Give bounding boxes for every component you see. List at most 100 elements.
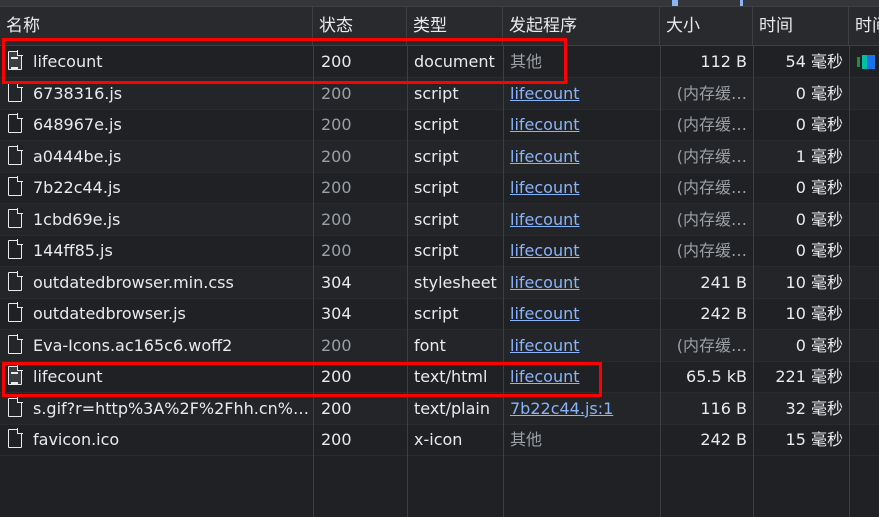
- request-status: 200: [321, 241, 352, 260]
- request-initiator[interactable]: lifecount: [503, 141, 660, 172]
- request-row[interactable]: Eva-Icons.ac165c6.woff2 200 font lifecount (…: [0, 329, 879, 362]
- column-divider: [753, 46, 754, 517]
- request-initiator[interactable]: lifecount: [503, 361, 660, 392]
- column-divider: [660, 46, 661, 517]
- request-initiator[interactable]: lifecount: [503, 267, 660, 298]
- request-status: 200: [321, 209, 352, 229]
- table-header: 名称 状态 类型 发起程序 大小 时间 时间: [0, 6, 879, 46]
- request-status: 200: [321, 430, 352, 449]
- request-status: 200: [321, 367, 352, 386]
- request-initiator[interactable]: lifecount: [503, 78, 660, 109]
- column-divider: [313, 46, 314, 517]
- request-name: 7b22c44.js: [33, 178, 121, 197]
- request-status: 304: [321, 272, 352, 292]
- request-name: 6738316.js: [33, 83, 123, 103]
- column-header-size[interactable]: 大小: [660, 7, 753, 45]
- request-size: 116 B: [700, 398, 747, 418]
- request-size: (内存缓…: [676, 335, 747, 355]
- request-size: (内存缓…: [676, 115, 747, 134]
- request-initiator[interactable]: lifecount: [503, 330, 660, 361]
- request-size: (内存缓…: [676, 83, 747, 103]
- request-time: 32 毫秒: [785, 398, 843, 418]
- request-row[interactable]: s.gif?r=http%3A%2F%2Fhh.cn%… 200 text/plai…: [0, 392, 879, 425]
- request-type: script: [414, 115, 459, 134]
- request-size: 241 B: [700, 272, 747, 292]
- request-name: outdatedbrowser.js: [33, 304, 186, 323]
- request-type: stylesheet: [414, 272, 497, 292]
- request-time: 0 毫秒: [795, 241, 843, 260]
- request-name: lifecount: [33, 52, 103, 71]
- request-time: 10 毫秒: [785, 272, 843, 292]
- request-type: text/html: [414, 367, 488, 386]
- column-header-status[interactable]: 状态: [313, 7, 407, 45]
- request-type: script: [414, 241, 459, 260]
- request-initiator[interactable]: 7b22c44.js:1: [503, 393, 660, 424]
- column-divider: [849, 46, 850, 517]
- request-time: 0 毫秒: [795, 335, 843, 355]
- request-name: Eva-Icons.ac165c6.woff2: [33, 335, 233, 355]
- request-size: 242 B: [700, 430, 747, 449]
- request-type: script: [414, 146, 459, 166]
- request-row[interactable]: favicon.ico 200 x-icon 其他 242 B 15 毫秒: [0, 424, 879, 456]
- request-row[interactable]: 6738316.js 200 script lifecount (内存缓… 0 毫秒: [0, 77, 879, 110]
- request-initiator[interactable]: lifecount: [503, 235, 660, 266]
- request-status: 200: [321, 83, 352, 103]
- request-row[interactable]: a0444be.js 200 script lifecount (内存缓… 1 毫秒: [0, 140, 879, 173]
- request-time: 0 毫秒: [795, 115, 843, 134]
- request-type: script: [414, 304, 459, 323]
- request-size: (内存缓…: [676, 209, 747, 229]
- request-type: script: [414, 83, 459, 103]
- request-status: 304: [321, 304, 352, 323]
- request-initiator[interactable]: lifecount: [503, 172, 660, 203]
- request-name: 144ff85.js: [33, 241, 113, 260]
- request-row[interactable]: 7b22c44.js 200 script lifecount (内存缓… 0 毫秒: [0, 172, 879, 204]
- waterfall-bar: [857, 55, 875, 69]
- request-initiator[interactable]: lifecount: [503, 204, 660, 235]
- request-status: 200: [321, 115, 352, 134]
- request-type: script: [414, 178, 459, 197]
- request-initiator: 其他: [510, 430, 543, 449]
- request-name: 648967e.js: [33, 115, 122, 134]
- request-row[interactable]: lifecount 200 text/html lifecount 65.5 kB 221…: [0, 361, 879, 393]
- request-name: favicon.ico: [33, 430, 120, 449]
- request-type: x-icon: [414, 430, 463, 449]
- request-type: script: [414, 209, 459, 229]
- request-name: lifecount: [33, 367, 103, 386]
- request-row[interactable]: outdatedbrowser.min.css 304 stylesheet life…: [0, 266, 879, 299]
- request-type: document: [414, 52, 495, 71]
- request-type: text/plain: [414, 398, 490, 418]
- request-initiator[interactable]: lifecount: [503, 298, 660, 329]
- column-header-name[interactable]: 名称: [0, 7, 313, 45]
- request-name: a0444be.js: [33, 146, 122, 166]
- column-header-time[interactable]: 时间: [753, 7, 849, 45]
- column-divider: [503, 46, 504, 517]
- column-header-waterfall[interactable]: 时间: [849, 7, 879, 45]
- request-time: 0 毫秒: [795, 178, 843, 197]
- request-size: (内存缓…: [676, 241, 747, 260]
- column-header-initiator[interactable]: 发起程序: [503, 7, 660, 45]
- network-panel: 名称 状态 类型 发起程序 大小 时间 时间 lifecount 200 docum…: [0, 0, 879, 517]
- column-header-type[interactable]: 类型: [407, 7, 503, 45]
- request-name: outdatedbrowser.min.css: [33, 272, 234, 292]
- request-size: 242 B: [700, 304, 747, 323]
- request-row[interactable]: lifecount 200 document 其他 112 B 54 毫秒: [0, 46, 879, 78]
- request-time: 0 毫秒: [795, 209, 843, 229]
- request-time: 15 毫秒: [785, 430, 843, 449]
- request-row[interactable]: outdatedbrowser.js 304 script lifecount 242 …: [0, 298, 879, 330]
- column-divider: [407, 46, 408, 517]
- request-time: 0 毫秒: [795, 83, 843, 103]
- request-name: 1cbd69e.js: [33, 209, 121, 229]
- request-initiator[interactable]: lifecount: [503, 109, 660, 140]
- request-status: 200: [321, 178, 352, 197]
- request-size: 65.5 kB: [686, 367, 747, 386]
- request-row[interactable]: 1cbd69e.js 200 script lifecount (内存缓… 0 毫秒: [0, 203, 879, 236]
- request-initiator: 其他: [510, 52, 543, 71]
- request-size: (内存缓…: [676, 146, 747, 166]
- request-row[interactable]: 648967e.js 200 script lifecount (内存缓… 0 毫秒: [0, 109, 879, 141]
- request-row[interactable]: 144ff85.js 200 script lifecount (内存缓… 0 毫秒: [0, 235, 879, 267]
- request-status: 200: [321, 52, 352, 71]
- request-type: font: [414, 335, 446, 355]
- request-time: 1 毫秒: [795, 146, 843, 166]
- request-status: 200: [321, 398, 352, 418]
- request-name: s.gif?r=http%3A%2F%2Fhh.cn%…: [33, 398, 309, 418]
